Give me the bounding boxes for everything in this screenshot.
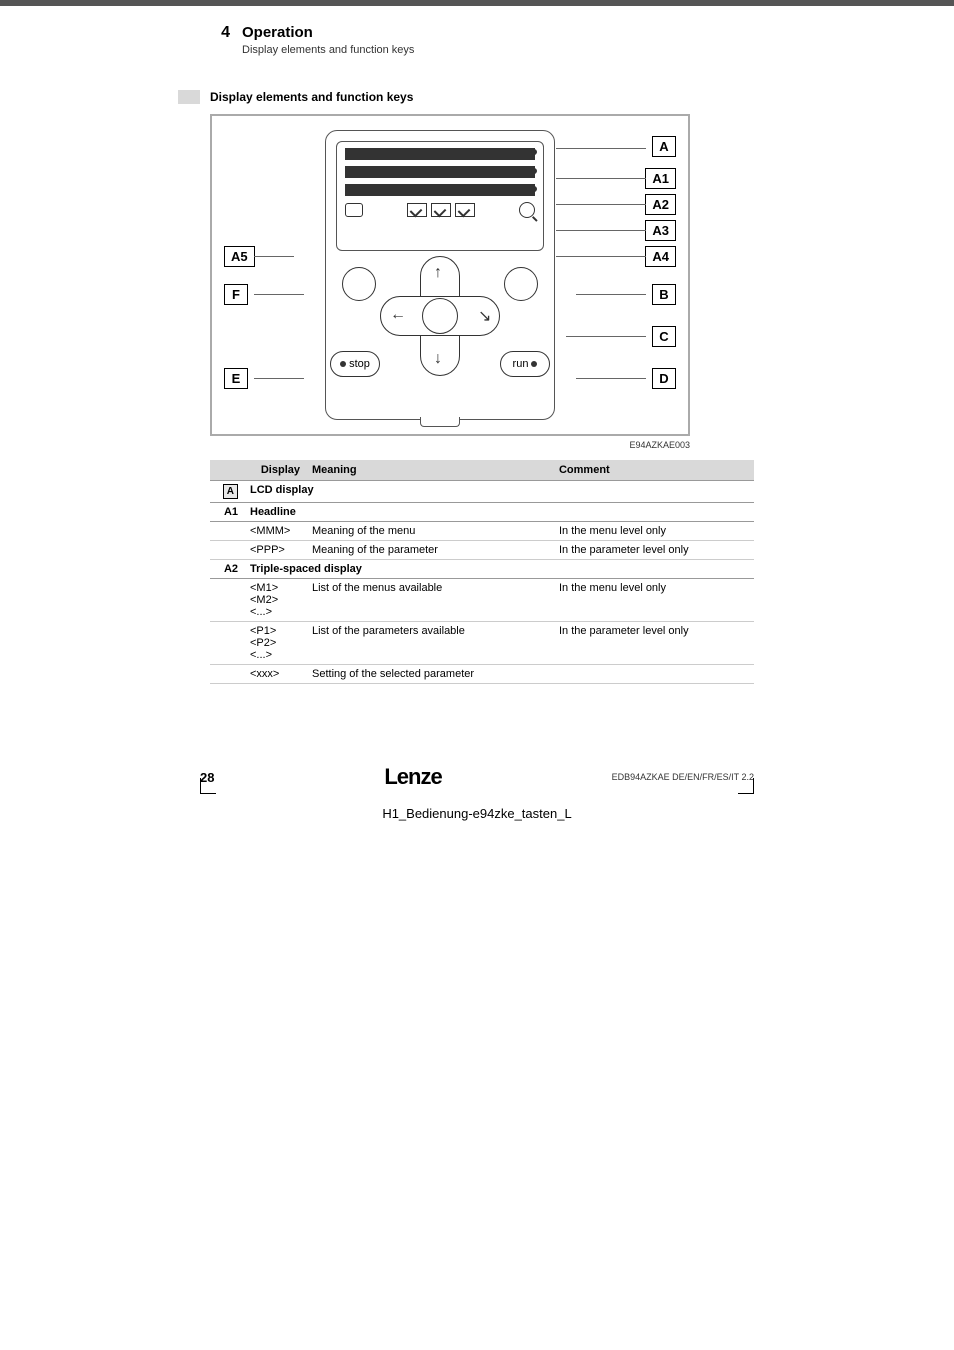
status-tick-icon	[407, 203, 427, 217]
callout-A1: A1	[645, 168, 676, 189]
cell-meaning: Meaning of the parameter	[306, 541, 553, 560]
arrow-down-icon: ↓	[434, 350, 442, 368]
callout-B: B	[652, 284, 676, 305]
callout-A: A	[652, 136, 676, 157]
page-content: 4 Operation Display elements and functio…	[0, 0, 954, 684]
arrow-up-icon: ↑	[434, 264, 442, 282]
table-row: <xxx> Setting of the selected parameter	[210, 665, 754, 684]
run-button: run	[500, 351, 550, 377]
row-title-A1: Headline	[244, 503, 754, 522]
figure-reference: E94AZKAE003	[210, 440, 690, 450]
callout-A5: A5	[224, 246, 255, 267]
status-icon-left	[345, 203, 363, 217]
screen-line-2	[345, 166, 535, 178]
spec-table: Display Meaning Comment A LCD display A1…	[210, 460, 754, 684]
row-label-A: A	[223, 484, 238, 499]
cell-code: <MMM>	[244, 522, 306, 541]
row-title-A2: Triple-spaced display	[244, 560, 754, 579]
top-grey-bar	[0, 0, 954, 6]
figure-frame: ↑ ↓ ← ↘ stop run A	[210, 114, 690, 436]
cell-comment: In the parameter level only	[553, 541, 754, 560]
table-row: A LCD display	[210, 481, 754, 503]
led-dot-icon	[531, 361, 537, 367]
cell-code: <PPP>	[244, 541, 306, 560]
cell-code: <M1> <M2> <...>	[244, 579, 306, 622]
stop-label: stop	[349, 358, 370, 370]
row-label-A1: A1	[210, 503, 244, 522]
table-row: <MMM> Meaning of the menu In the menu le…	[210, 522, 754, 541]
top-left-button	[342, 267, 376, 301]
bottom-caption: H1_Bedienung-e94zke_tasten_L	[0, 806, 954, 821]
cell-code: <xxx>	[244, 665, 306, 684]
top-right-button	[504, 267, 538, 301]
status-tick-icon	[455, 203, 475, 217]
arrow-left-icon: ←	[390, 306, 406, 324]
screen-status-row	[345, 202, 535, 218]
chapter-title: Operation	[242, 24, 313, 41]
screen-line-3	[345, 184, 535, 196]
keypad-device: ↑ ↓ ← ↘ stop run	[325, 130, 555, 420]
table-row: <P1> <P2> <...> List of the parameters a…	[210, 622, 754, 665]
table-header-row: Display Meaning Comment	[210, 460, 754, 481]
crop-mark-bl	[200, 778, 216, 794]
callout-A2: A2	[645, 194, 676, 215]
cell-code: <P1> <P2> <...>	[244, 622, 306, 665]
screen-line-1	[345, 148, 535, 160]
run-label: run	[513, 358, 529, 370]
cell-meaning: List of the parameters available	[306, 622, 553, 665]
cell-meaning: Setting of the selected parameter	[306, 665, 553, 684]
arrow-right-icon: ↘	[478, 306, 491, 326]
th-meaning: Meaning	[306, 460, 553, 481]
th-display: Display	[210, 460, 306, 481]
callout-A4: A4	[645, 246, 676, 267]
chapter-number: 4	[210, 24, 230, 42]
paragraph-marker	[178, 90, 200, 104]
th-comment: Comment	[553, 460, 754, 481]
led-dot-icon	[340, 361, 346, 367]
lcd-screen	[336, 141, 544, 251]
chapter-header: 4 Operation	[210, 24, 754, 42]
nav-center-button	[422, 298, 458, 334]
callout-A3: A3	[645, 220, 676, 241]
row-title-A: LCD display	[244, 481, 754, 503]
cell-comment: In the parameter level only	[553, 622, 754, 665]
callout-F: F	[224, 284, 248, 305]
cell-comment: In the menu level only	[553, 579, 754, 622]
bottom-tab	[420, 417, 460, 427]
status-tick-icon	[431, 203, 451, 217]
cell-meaning: Meaning of the menu	[306, 522, 553, 541]
callout-E: E	[224, 368, 248, 389]
section-title: Display elements and function keys	[210, 90, 754, 104]
callout-C: C	[652, 326, 676, 347]
nav-cross: ↑ ↓ ← ↘	[380, 256, 500, 376]
table-row: <M1> <M2> <...> List of the menus availa…	[210, 579, 754, 622]
cell-comment	[553, 665, 754, 684]
crop-mark-br	[738, 778, 754, 794]
nav-cluster: ↑ ↓ ← ↘ stop run	[350, 261, 530, 411]
table-row: <PPP> Meaning of the parameter In the pa…	[210, 541, 754, 560]
chapter-subtitle: Display elements and function keys	[242, 44, 754, 56]
page-footer: 28 Lenze EDB94AZKAE DE/EN/FR/ES/IT 2.2	[200, 764, 754, 790]
table-row: A1 Headline	[210, 503, 754, 522]
lenze-logo: Lenze	[384, 764, 441, 790]
section-block: Display elements and function keys	[210, 90, 754, 684]
stop-button: stop	[330, 351, 380, 377]
cell-comment: In the menu level only	[553, 522, 754, 541]
row-label-A2: A2	[210, 560, 244, 579]
magnify-icon	[519, 202, 535, 218]
cell-meaning: List of the menus available	[306, 579, 553, 622]
document-id: EDB94AZKAE DE/EN/FR/ES/IT 2.2	[612, 772, 754, 782]
table-row: A2 Triple-spaced display	[210, 560, 754, 579]
callout-D: D	[652, 368, 676, 389]
